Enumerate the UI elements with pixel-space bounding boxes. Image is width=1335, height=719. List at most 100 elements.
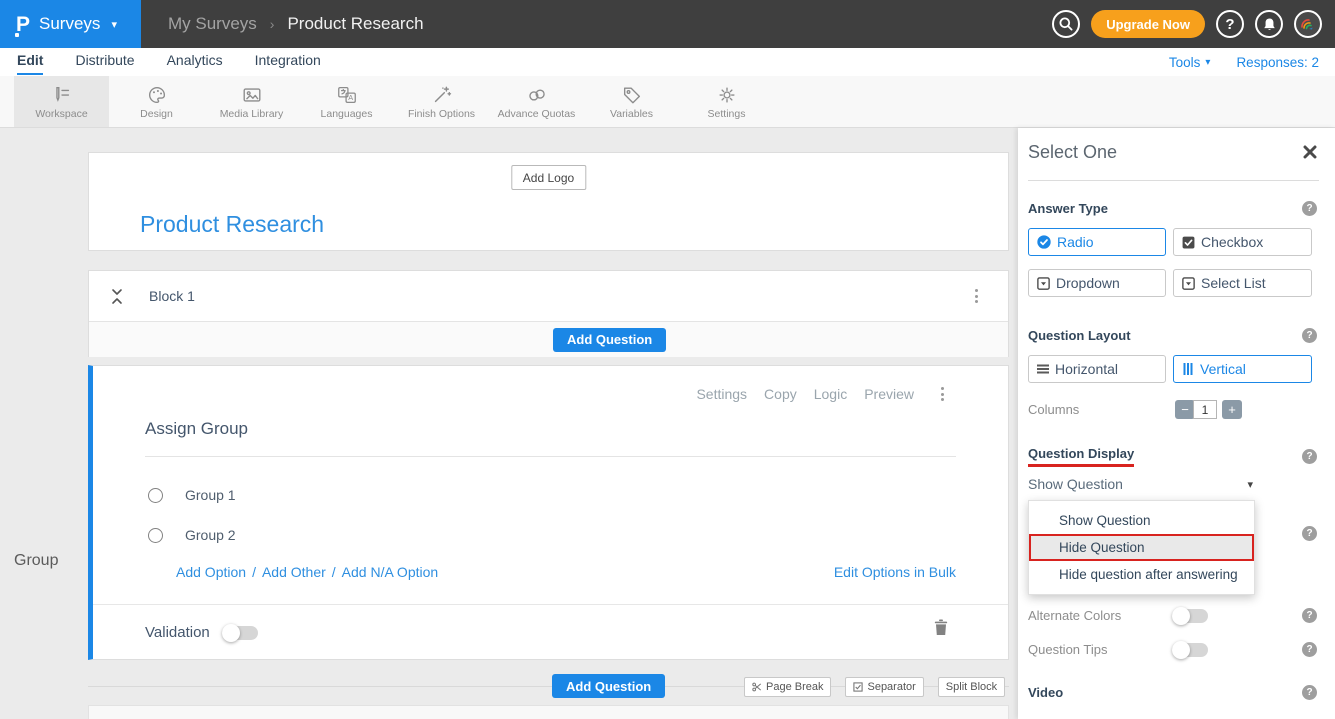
- toolbar-item-languages[interactable]: A Languages: [299, 76, 394, 127]
- add-na-option-link[interactable]: Add N/A Option: [342, 564, 439, 580]
- tools-dropdown[interactable]: Tools ▾: [1169, 55, 1211, 70]
- topbar-actions: Upgrade Now ?: [1052, 10, 1322, 38]
- layout-vertical-button[interactable]: Vertical: [1173, 355, 1312, 383]
- answer-type-select-list-button[interactable]: Select List: [1173, 269, 1312, 297]
- question-divider: [145, 456, 956, 457]
- app: P Surveys ▾ My Surveys › Product Researc…: [0, 0, 1335, 719]
- survey-title[interactable]: Product Research: [140, 211, 324, 238]
- block-header: Block 1: [89, 271, 1008, 322]
- vertical-lines-icon: [1181, 362, 1195, 376]
- delete-question-trash-icon[interactable]: [934, 619, 948, 636]
- toolbar-item-label: Advance Quotas: [498, 108, 576, 120]
- alternate-colors-toggle[interactable]: [1172, 609, 1208, 623]
- question-preview-link[interactable]: Preview: [864, 386, 914, 402]
- responses-count[interactable]: Responses: 2: [1236, 55, 1319, 70]
- question-mark-icon: ?: [1225, 16, 1234, 33]
- languages-icon: A: [336, 84, 358, 106]
- add-question-button[interactable]: Add Question: [553, 328, 666, 352]
- question-display-select[interactable]: Show Question ▾: [1028, 476, 1253, 492]
- help-icon[interactable]: ?: [1302, 201, 1317, 216]
- product-switcher[interactable]: P Surveys ▾: [0, 0, 141, 48]
- question-tips-toggle[interactable]: [1172, 643, 1208, 657]
- option-label[interactable]: Group 1: [185, 487, 236, 503]
- block-title[interactable]: Block 1: [149, 288, 195, 304]
- edit-options-in-bulk-link[interactable]: Edit Options in Bulk: [834, 564, 956, 580]
- help-icon[interactable]: ?: [1302, 642, 1317, 657]
- tab-edit[interactable]: Edit: [17, 48, 43, 75]
- tab-distribute[interactable]: Distribute: [75, 48, 134, 75]
- toolbar-item-label: Languages: [321, 108, 373, 120]
- toolbar-item-label: Variables: [610, 108, 653, 120]
- chevron-down-icon: ▾: [111, 18, 117, 31]
- upgrade-now-button[interactable]: Upgrade Now: [1091, 10, 1205, 38]
- toolbar-item-workspace[interactable]: Workspace: [14, 76, 109, 127]
- question-copy-link[interactable]: Copy: [764, 386, 797, 402]
- tab-integration[interactable]: Integration: [255, 48, 321, 75]
- close-icon[interactable]: [1303, 145, 1317, 159]
- answer-type-radio-button[interactable]: Radio: [1028, 228, 1166, 256]
- question-settings-link[interactable]: Settings: [696, 386, 747, 402]
- toolbar-item-media-library[interactable]: Media Library: [204, 76, 299, 127]
- validation-label: Validation: [145, 624, 210, 641]
- toolbar-item-variables[interactable]: Variables: [584, 76, 679, 127]
- answer-option-row[interactable]: Group 2: [148, 527, 236, 543]
- design-palette-icon: [146, 84, 168, 106]
- question-settings-panel: Select One Answer Type ? Radio Checkbox: [1018, 128, 1335, 719]
- add-logo-button[interactable]: Add Logo: [511, 165, 586, 190]
- question-display-menu: Show Question Hide Question Hide questio…: [1028, 500, 1255, 595]
- help-icon[interactable]: ?: [1302, 685, 1317, 700]
- menu-item-show-question[interactable]: Show Question: [1029, 507, 1254, 534]
- page-break-button[interactable]: Page Break: [744, 677, 831, 697]
- question-layout-label: Question Layout: [1028, 328, 1131, 343]
- menu-item-hide-after-answering[interactable]: Hide question after answering: [1029, 561, 1254, 588]
- toolbar-item-design[interactable]: Design: [109, 76, 204, 127]
- section-tabs: Edit Distribute Analytics Integration: [17, 48, 321, 75]
- answer-option-row[interactable]: Group 1: [148, 487, 236, 503]
- question-display-row: Question Display ?: [1028, 446, 1317, 467]
- account-avatar[interactable]: [1294, 10, 1322, 38]
- radio-circle[interactable]: [148, 528, 163, 543]
- workspace-icon: [51, 84, 73, 106]
- question-menu-dots[interactable]: [941, 387, 944, 401]
- help-button[interactable]: ?: [1216, 10, 1244, 38]
- toolbar-item-finish-options[interactable]: Finish Options: [394, 76, 489, 127]
- menu-item-hide-question[interactable]: Hide Question: [1029, 534, 1254, 561]
- add-question-button[interactable]: Add Question: [552, 674, 665, 698]
- help-icon[interactable]: ?: [1302, 328, 1317, 343]
- columns-value[interactable]: 1: [1193, 400, 1217, 419]
- collapse-block-icon[interactable]: [111, 288, 123, 305]
- layout-horizontal-button[interactable]: Horizontal: [1028, 355, 1166, 383]
- help-icon[interactable]: ?: [1302, 449, 1317, 464]
- question-logic-link[interactable]: Logic: [814, 386, 847, 402]
- help-icon[interactable]: ?: [1302, 526, 1317, 541]
- answer-type-checkbox-button[interactable]: Checkbox: [1173, 228, 1312, 256]
- panel-divider: [1028, 180, 1319, 181]
- split-block-button[interactable]: Split Block: [938, 677, 1005, 697]
- split-block-label: Split Block: [946, 681, 997, 693]
- tab-analytics[interactable]: Analytics: [167, 48, 223, 75]
- bell-icon: [1262, 17, 1277, 32]
- chain-links-icon: [526, 84, 548, 106]
- block-menu-dots[interactable]: [975, 289, 978, 303]
- separator-label: Separator: [867, 681, 915, 693]
- help-icon[interactable]: ?: [1302, 608, 1317, 623]
- add-other-link[interactable]: Add Other: [262, 564, 326, 580]
- answer-type-dropdown-button[interactable]: Dropdown: [1028, 269, 1166, 297]
- notifications-button[interactable]: [1255, 10, 1283, 38]
- answer-type-label: Answer Type: [1028, 201, 1108, 216]
- separator-button[interactable]: Separator: [845, 677, 923, 697]
- question-title[interactable]: Assign Group: [145, 419, 248, 439]
- breadcrumb-my-surveys[interactable]: My Surveys: [168, 14, 257, 34]
- radio-circle[interactable]: [148, 488, 163, 503]
- validation-toggle[interactable]: [222, 626, 258, 640]
- columns-increment-button[interactable]: +: [1222, 400, 1242, 419]
- radio-option-label: Radio: [1057, 234, 1094, 250]
- media-library-icon: [241, 84, 263, 106]
- columns-decrement-button[interactable]: −: [1175, 400, 1195, 419]
- search-icon: [1058, 16, 1074, 32]
- search-button[interactable]: [1052, 10, 1080, 38]
- toolbar-item-advance-quotas[interactable]: Advance Quotas: [489, 76, 584, 127]
- toolbar-item-settings[interactable]: Settings: [679, 76, 774, 127]
- option-label[interactable]: Group 2: [185, 527, 236, 543]
- add-option-link[interactable]: Add Option: [176, 564, 246, 580]
